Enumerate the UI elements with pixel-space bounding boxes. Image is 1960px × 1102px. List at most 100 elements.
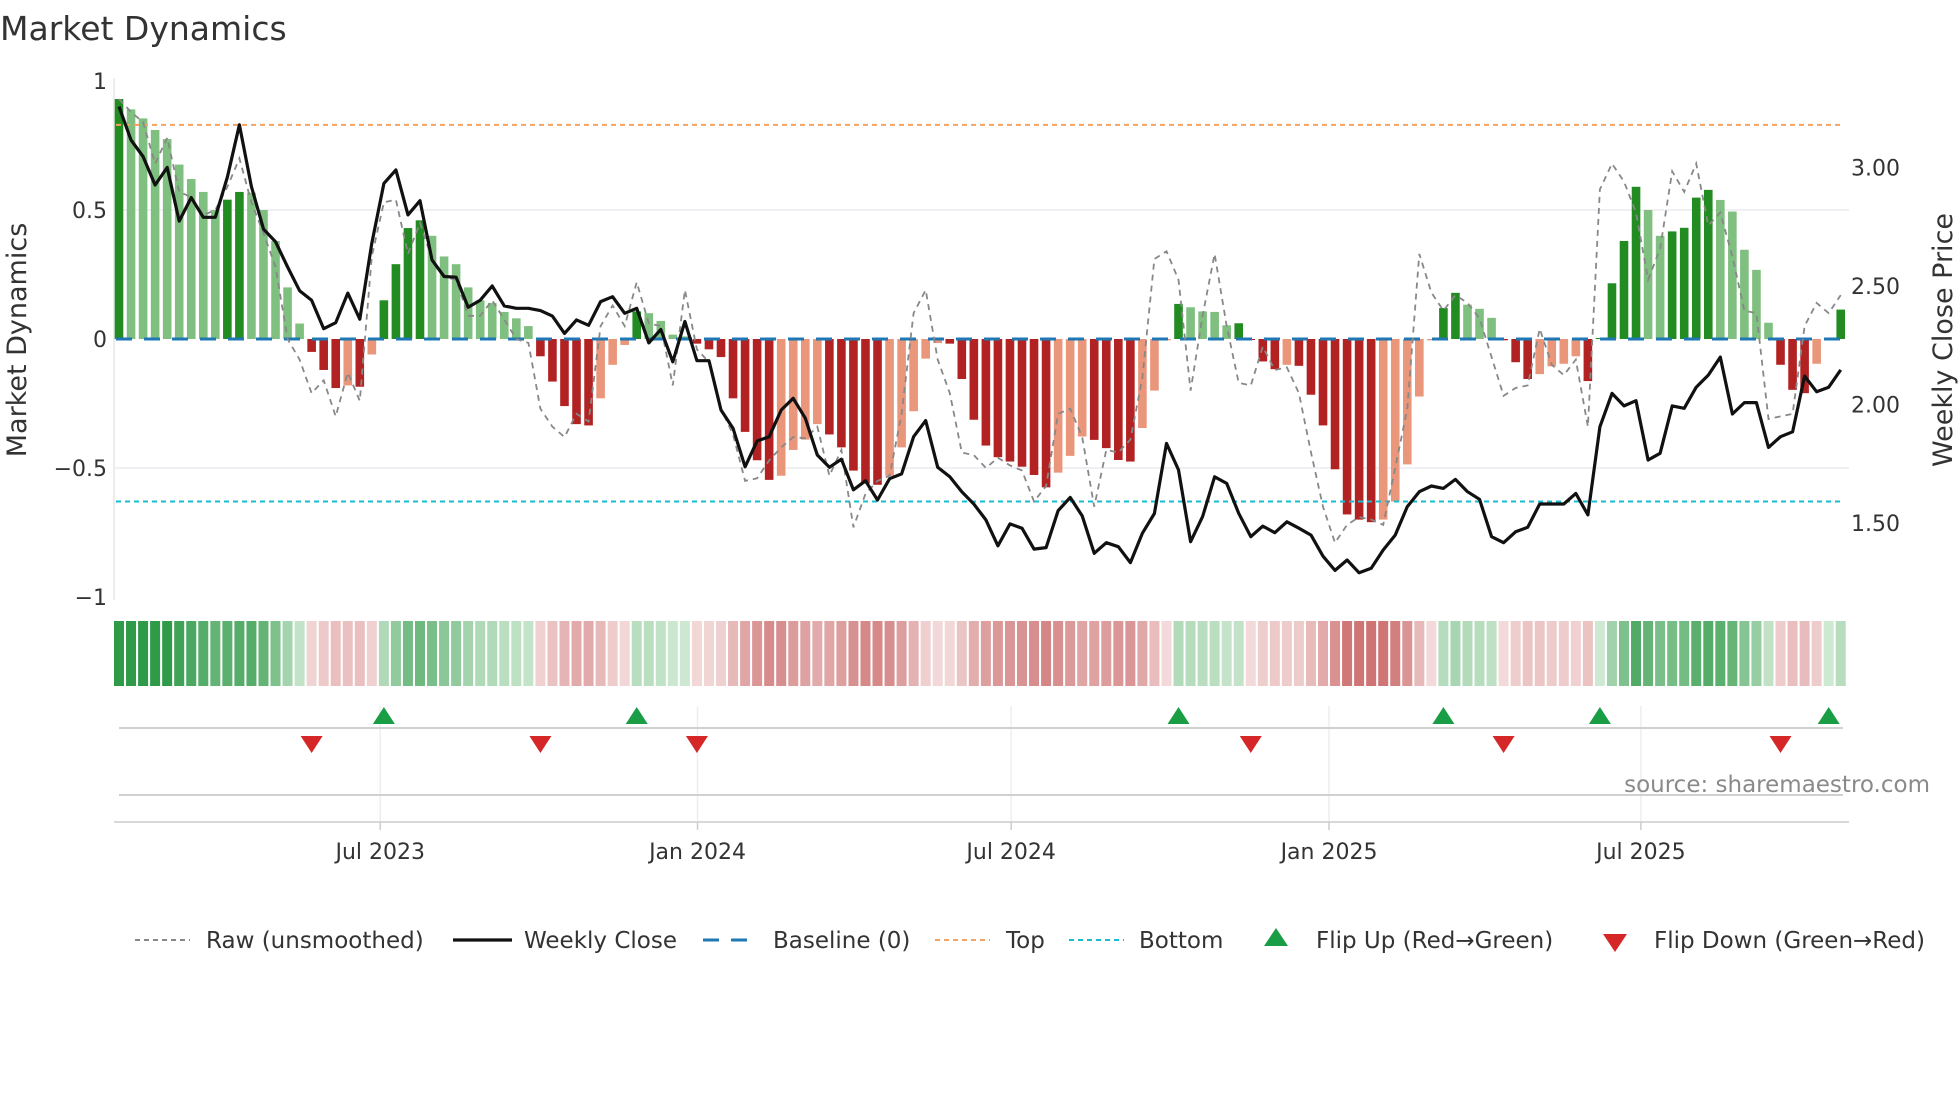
momentum-bar xyxy=(1691,197,1701,339)
momentum-bar xyxy=(1439,308,1448,339)
heat-strip-cell xyxy=(1835,621,1846,686)
flip-up-icon xyxy=(1264,928,1288,946)
y2-tick-label: 2.00 xyxy=(1851,394,1900,419)
heat-strip-cell xyxy=(1486,621,1497,686)
heat-strip-cell xyxy=(475,621,486,686)
heat-strip-cell xyxy=(619,621,630,686)
heat-strip-cell xyxy=(523,621,534,686)
flip-down-icon xyxy=(1603,934,1627,952)
momentum-bar xyxy=(524,326,533,339)
heat-strip-cell xyxy=(920,621,931,686)
heat-strip-cell xyxy=(1450,621,1461,686)
momentum-bar xyxy=(1703,189,1713,339)
momentum-bar xyxy=(283,287,292,339)
heat-strip-cell xyxy=(342,621,353,686)
flip-up-marker xyxy=(1167,707,1190,724)
heat-strip-cell xyxy=(1474,621,1485,686)
heat-strip-cell xyxy=(222,621,233,686)
heat-strip-cell xyxy=(800,621,811,686)
heat-strip-cell xyxy=(716,621,726,686)
heat-strip-cell xyxy=(848,621,859,686)
heat-strip-cell xyxy=(402,621,413,686)
flip-up-marker xyxy=(372,707,395,724)
heat-strip-cell xyxy=(1149,621,1160,686)
momentum-bar xyxy=(1114,339,1123,461)
y2-tick-label: 1.50 xyxy=(1851,512,1900,537)
market-dynamics-chart: Market Dynamics 1 0.5 0 −0.5 −1 3.00 2.50 2.00… xyxy=(0,9,1959,954)
heat-strip-cell xyxy=(836,621,847,686)
heat-strip-cell xyxy=(282,621,293,686)
heat-strip-cell xyxy=(691,621,702,686)
heat-strip-cell xyxy=(571,621,582,686)
heat-strip-cell xyxy=(908,621,919,686)
y2-tick-label: 3.00 xyxy=(1851,157,1900,182)
heat-strip-cell xyxy=(1269,621,1280,686)
momentum-bar xyxy=(921,339,930,359)
momentum-bar xyxy=(379,300,389,339)
momentum-bar xyxy=(367,339,377,355)
heat-strip-cell xyxy=(703,621,714,686)
momentum-bar xyxy=(1077,339,1087,437)
heat-strip-cell xyxy=(1077,621,1088,686)
momentum-bar xyxy=(1101,339,1111,449)
heat-strip-cell xyxy=(258,621,269,686)
heat-strip-cell xyxy=(487,621,498,686)
legend-baseline-label: Baseline (0) xyxy=(773,928,910,954)
heat-strip-cell xyxy=(1703,621,1714,686)
momentum-bar xyxy=(981,339,991,446)
momentum-bar xyxy=(1150,339,1159,391)
heat-strip-cell xyxy=(607,621,618,686)
momentum-bar xyxy=(1330,339,1340,470)
heat-strip-cell xyxy=(1426,621,1437,686)
heat-strip-cell xyxy=(1378,621,1389,686)
heat-strip-cell xyxy=(1161,621,1172,686)
heat-strip-cell xyxy=(439,621,450,686)
heat-strip-cell xyxy=(1017,621,1027,686)
heat-strip-cell xyxy=(246,621,257,686)
momentum-bar xyxy=(704,339,714,350)
y-tick-label: 1 xyxy=(93,70,107,95)
heat-strip-cell xyxy=(583,621,594,686)
heat-strip-cell xyxy=(740,621,751,686)
momentum-bar xyxy=(1126,339,1135,462)
x-axis-ticks: Jul 2023 Jan 2024 Jul 2024 Jan 2025 Jul 2025 xyxy=(334,822,1686,865)
heat-strip-cell xyxy=(1293,621,1304,686)
momentum-bar xyxy=(1523,339,1532,379)
momentum-bar xyxy=(861,339,870,484)
legend-item-bottom: Bottom xyxy=(1069,928,1223,954)
heat-strip-cell xyxy=(1354,621,1365,686)
momentum-bar xyxy=(909,339,918,412)
momentum-bar xyxy=(463,287,473,339)
heat-strip-cell xyxy=(764,621,775,686)
momentum-bar xyxy=(993,339,1003,458)
x-tick-label: Jan 2024 xyxy=(647,840,746,865)
heat-strip-cell xyxy=(667,621,678,686)
heat-strip-cell xyxy=(559,621,570,686)
momentum-bar xyxy=(1282,339,1292,365)
heat-strip-cell xyxy=(427,621,438,686)
momentum-bar xyxy=(584,339,593,426)
momentum-bar xyxy=(1342,339,1352,515)
regime-heat-strip xyxy=(114,621,1846,686)
x-tick-label: Jan 2025 xyxy=(1279,840,1378,865)
legend-flip-down-label: Flip Down (Green→Red) xyxy=(1654,928,1925,954)
heat-strip-cell xyxy=(776,621,787,686)
heat-strip-cell xyxy=(499,621,510,686)
legend-item-close: Weekly Close xyxy=(453,928,677,954)
heat-strip-cell xyxy=(1594,621,1605,686)
momentum-bar xyxy=(608,339,617,365)
heat-strip-cell xyxy=(162,621,173,686)
heat-strip-cell xyxy=(1619,621,1629,686)
heat-strip-cell xyxy=(306,621,317,686)
heat-strip-cell xyxy=(463,621,474,686)
momentum-bar xyxy=(548,339,557,382)
heat-strip-cell xyxy=(126,621,137,686)
legend-item-flip-down: Flip Down (Green→Red) xyxy=(1603,928,1925,954)
heat-strip-cell xyxy=(318,621,329,686)
heat-strip-cell xyxy=(547,621,558,686)
heat-strip-cell xyxy=(234,621,245,686)
chart-title: Market Dynamics xyxy=(0,9,287,48)
momentum-bar xyxy=(728,339,738,399)
left-axis-ticks: 1 0.5 0 −0.5 −1 xyxy=(54,70,107,611)
momentum-bar xyxy=(1788,339,1797,390)
